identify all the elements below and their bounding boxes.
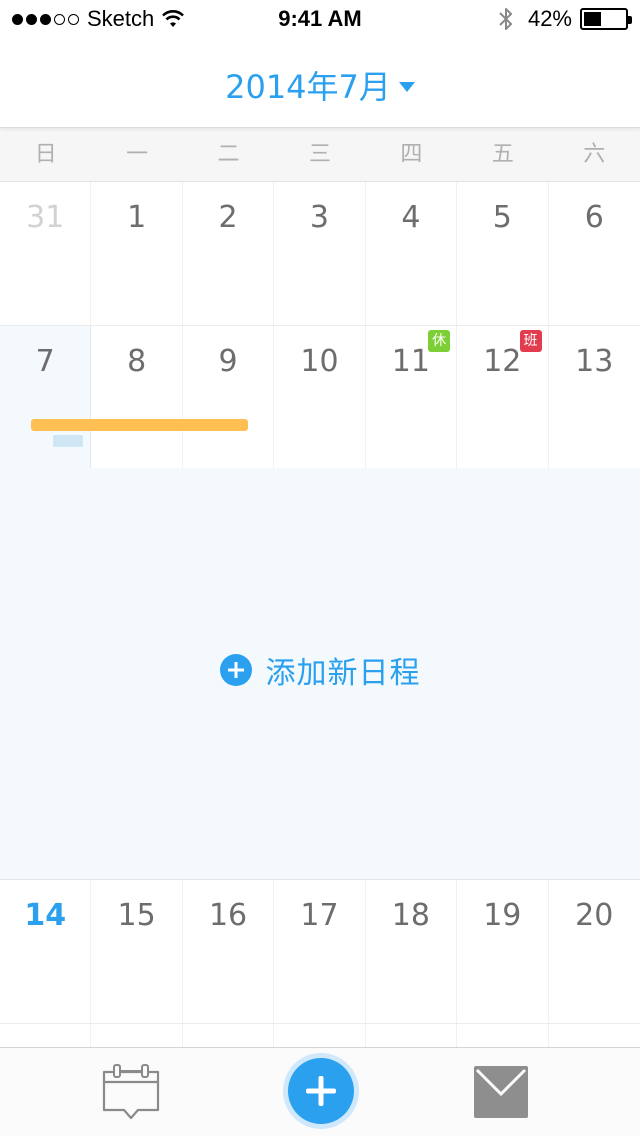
day-cell[interactable] bbox=[183, 1024, 275, 1047]
day-cell[interactable]: 休 11 bbox=[366, 326, 458, 469]
day-number: 17 bbox=[300, 898, 339, 933]
day-detail-panel: 添加新日程 bbox=[0, 468, 640, 880]
day-cell[interactable] bbox=[549, 1024, 640, 1047]
day-number: 9 bbox=[218, 344, 238, 379]
day-cell[interactable]: 2 bbox=[183, 182, 275, 325]
add-event-label: 添加新日程 bbox=[265, 656, 421, 691]
day-cell[interactable]: 3 bbox=[274, 182, 366, 325]
day-number: 3 bbox=[309, 200, 330, 235]
day-cell[interactable]: 31 bbox=[0, 182, 92, 325]
plus-icon bbox=[288, 1058, 354, 1124]
day-cell-selected[interactable]: 7 bbox=[0, 326, 92, 469]
day-number: 18 bbox=[391, 898, 430, 933]
day-number: 10 bbox=[300, 344, 339, 379]
day-number: 12 bbox=[483, 344, 522, 379]
day-cell[interactable] bbox=[91, 1024, 183, 1047]
weekday-label: 六 bbox=[583, 142, 606, 167]
add-event-button[interactable]: 添加新日程 bbox=[0, 648, 640, 692]
month-picker[interactable]: 2014年7月 bbox=[0, 62, 640, 108]
weekday-header: 日 一 二 三 四 五 六 bbox=[0, 128, 640, 182]
month-title[interactable]: 2014年7月 bbox=[225, 68, 391, 106]
day-cell[interactable] bbox=[274, 1024, 366, 1047]
day-number: 1 bbox=[127, 200, 147, 235]
day-cell[interactable] bbox=[0, 1024, 92, 1047]
battery-fill bbox=[584, 12, 601, 26]
day-cell[interactable]: 6 bbox=[549, 182, 640, 325]
calendar-chat-icon[interactable] bbox=[100, 1062, 162, 1124]
day-number: 20 bbox=[575, 898, 614, 933]
day-cell[interactable]: 20 bbox=[549, 880, 640, 1023]
day-number: 16 bbox=[208, 898, 248, 933]
status-right: 42% bbox=[498, 6, 632, 32]
week-row-partial bbox=[0, 1024, 640, 1047]
day-number: 11 bbox=[391, 344, 430, 379]
day-cell[interactable]: 16 bbox=[183, 880, 275, 1023]
weekday-label: 二 bbox=[217, 142, 240, 167]
day-cell[interactable]: 9 bbox=[183, 326, 275, 469]
day-cell[interactable]: 班 12 bbox=[457, 326, 549, 469]
weekday-label: 四 bbox=[400, 142, 423, 167]
day-number: 8 bbox=[127, 344, 147, 379]
day-number: 19 bbox=[483, 898, 522, 933]
day-number: 15 bbox=[117, 898, 156, 933]
mail-icon[interactable] bbox=[474, 1066, 528, 1118]
weekday-label: 日 bbox=[34, 142, 57, 167]
day-number: 31 bbox=[26, 200, 65, 235]
day-cell[interactable]: 1 bbox=[91, 182, 183, 325]
day-number: 14 bbox=[24, 898, 67, 933]
status-bar: Sketch 9:41 AM 42% bbox=[0, 0, 640, 40]
battery-tip bbox=[628, 16, 632, 24]
weekday-label: 一 bbox=[126, 142, 149, 167]
weekday-label: 五 bbox=[491, 142, 514, 167]
calendar-header: 2014年7月 bbox=[0, 40, 640, 128]
battery-percent: 42% bbox=[527, 6, 572, 31]
day-number: 5 bbox=[492, 200, 512, 235]
day-cell[interactable] bbox=[366, 1024, 458, 1047]
day-number: 13 bbox=[575, 344, 614, 379]
weekday-label: 三 bbox=[308, 142, 331, 167]
event-bar[interactable] bbox=[31, 419, 248, 431]
chevron-down-icon[interactable] bbox=[398, 82, 415, 92]
week-row: 31 1 2 3 4 5 6 bbox=[0, 182, 640, 326]
day-number: 6 bbox=[584, 200, 604, 235]
day-cell-today[interactable]: 14 bbox=[0, 880, 92, 1023]
day-cell[interactable]: 15 bbox=[91, 880, 183, 1023]
day-cell[interactable]: 13 bbox=[549, 326, 640, 469]
day-cell[interactable] bbox=[457, 1024, 549, 1047]
day-cell[interactable]: 4 bbox=[366, 182, 458, 325]
week-row: 7 8 9 10 休 11 班 12 13 bbox=[0, 326, 640, 469]
day-cell[interactable]: 5 bbox=[457, 182, 549, 325]
plus-circle-icon bbox=[219, 654, 252, 686]
day-cell[interactable]: 10 bbox=[274, 326, 366, 469]
battery-icon bbox=[580, 8, 632, 30]
day-cell[interactable]: 18 bbox=[366, 880, 458, 1023]
day-cell[interactable]: 19 bbox=[457, 880, 549, 1023]
day-cell[interactable]: 17 bbox=[274, 880, 366, 1023]
day-cell[interactable]: 8 bbox=[91, 326, 183, 469]
event-indicator[interactable] bbox=[53, 435, 83, 447]
tab-bar bbox=[0, 1047, 640, 1136]
day-number: 4 bbox=[401, 200, 421, 235]
bluetooth-icon bbox=[499, 8, 512, 30]
day-number: 2 bbox=[218, 200, 238, 235]
week-row: 14 15 16 17 18 19 20 bbox=[0, 880, 640, 1024]
tab-add-button[interactable] bbox=[283, 1053, 359, 1129]
day-number: 7 bbox=[35, 344, 55, 379]
